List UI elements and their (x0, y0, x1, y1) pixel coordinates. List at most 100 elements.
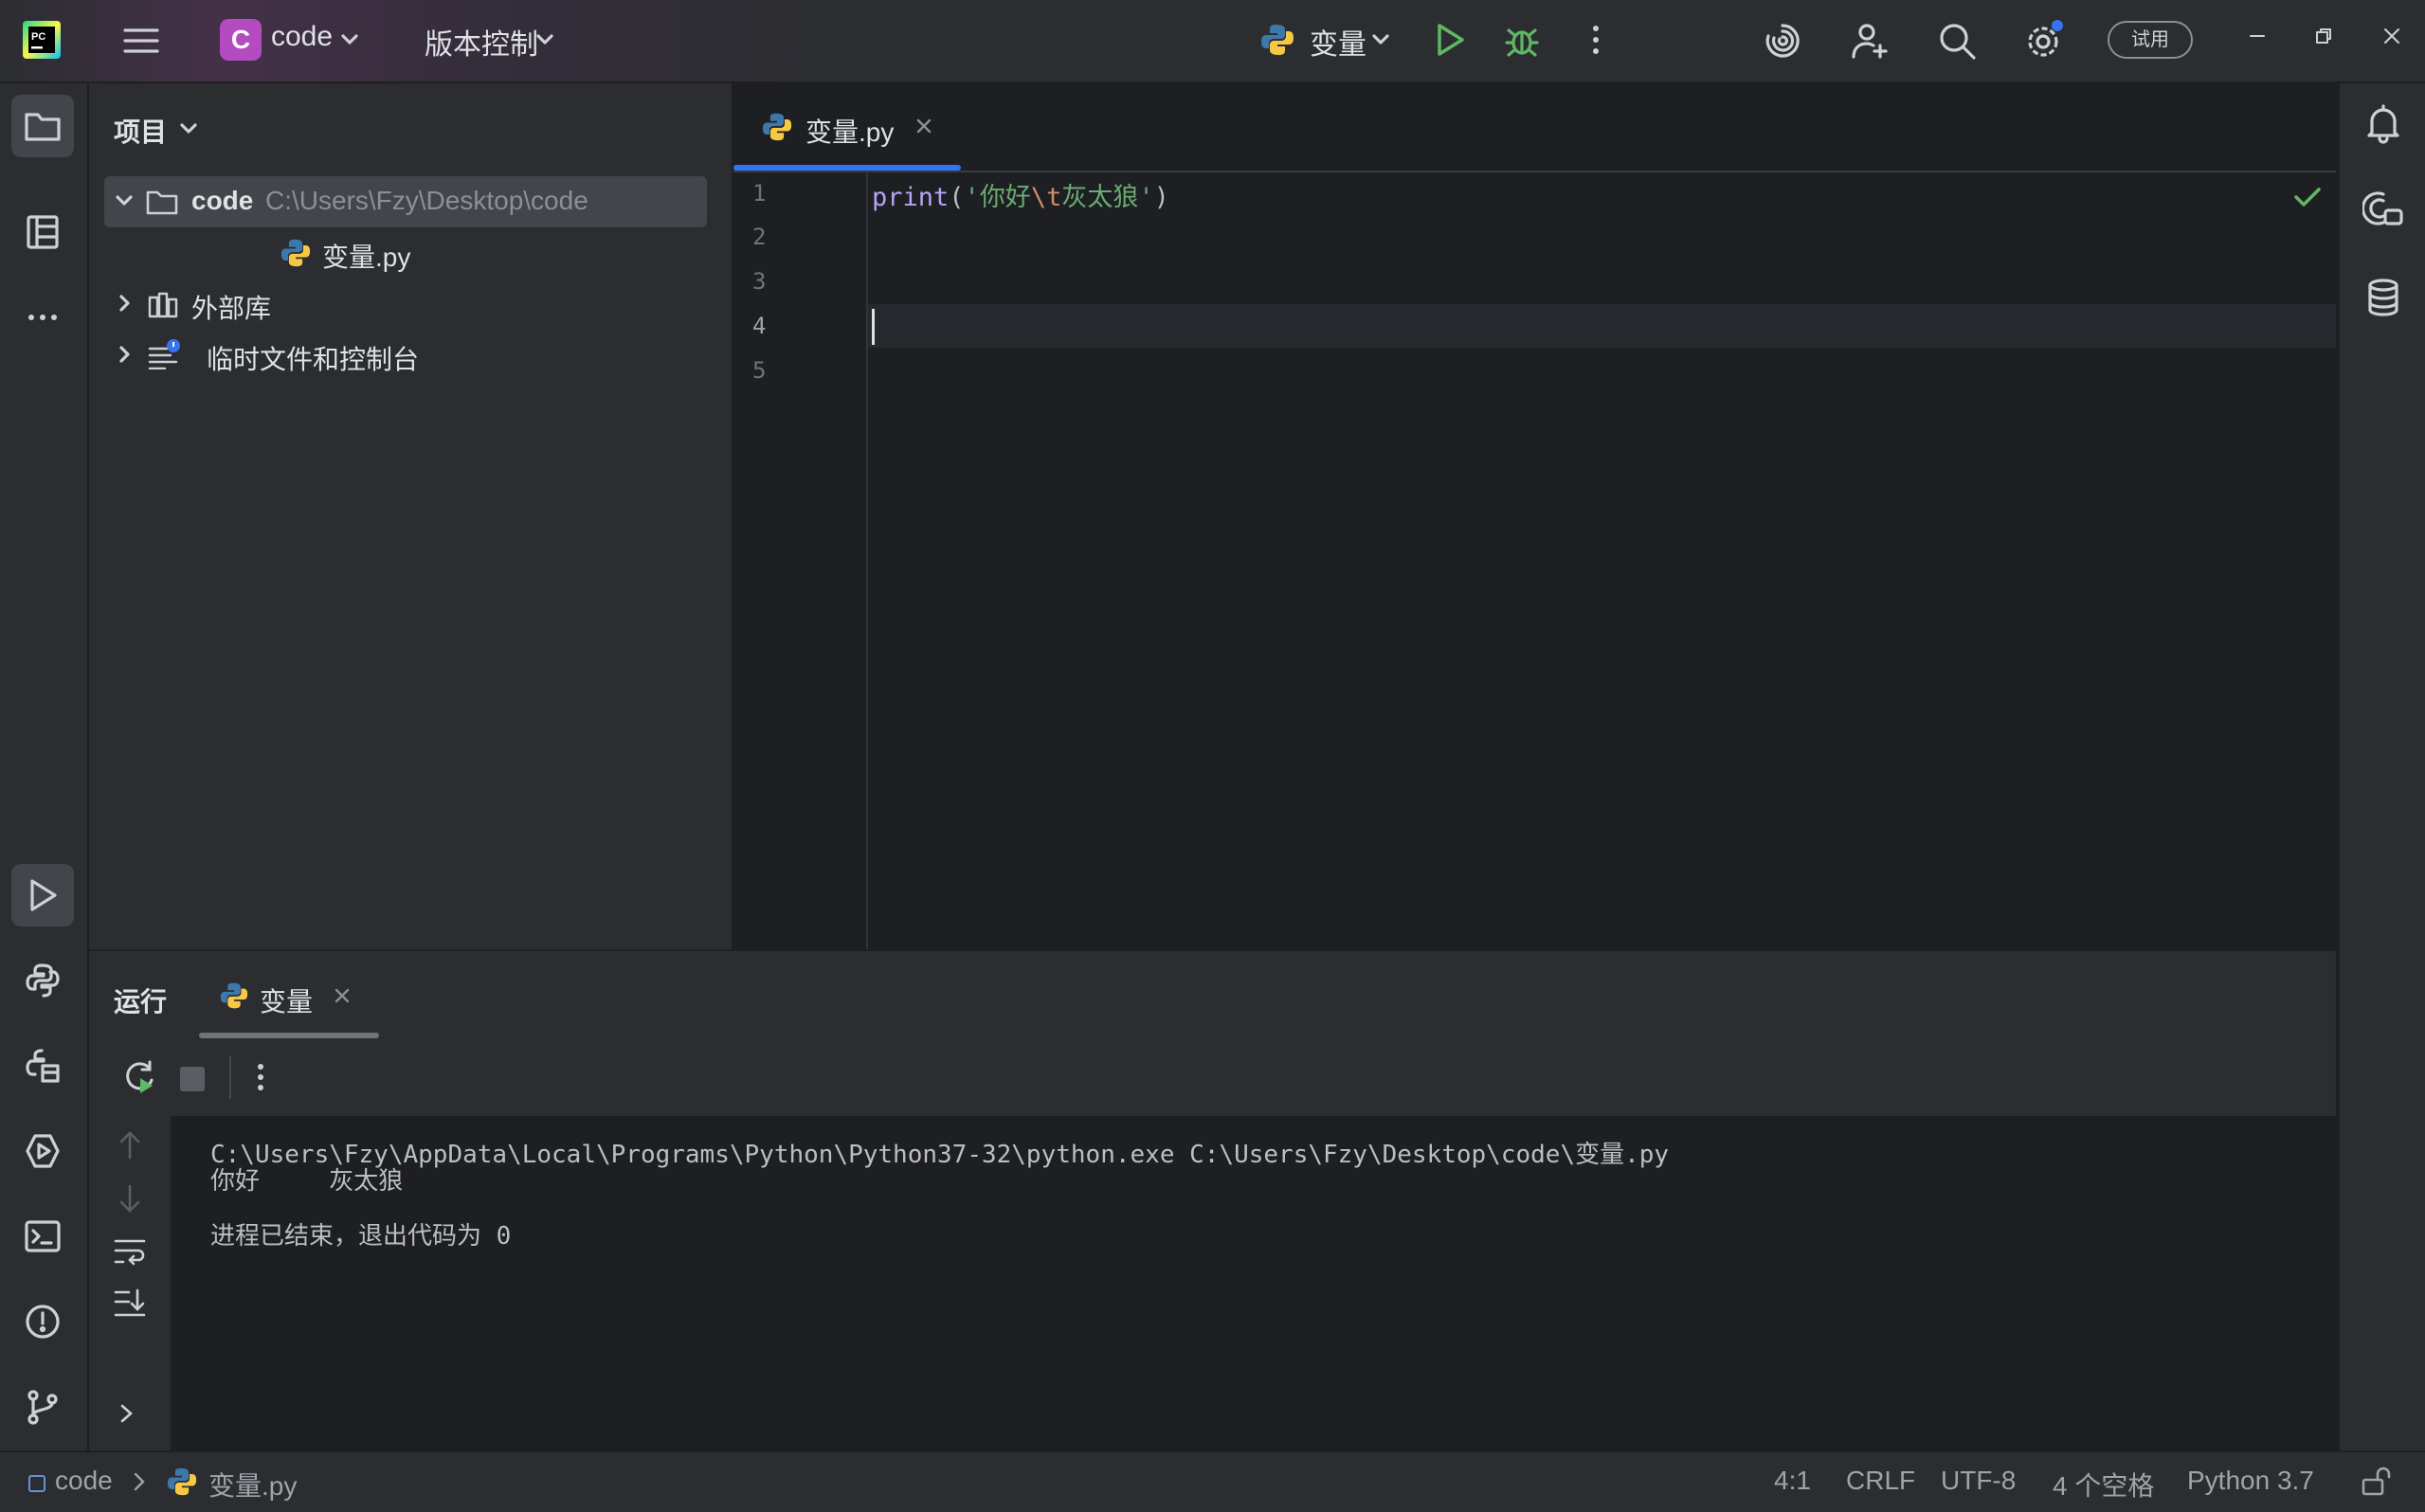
line-number-current: 4 (752, 313, 767, 339)
code-with-me-button[interactable] (1850, 21, 1890, 61)
chevron-down-icon (536, 34, 553, 45)
chevron-down-icon[interactable] (116, 195, 133, 207)
inspection-ok-icon[interactable] (2293, 186, 2322, 208)
editor-area: 变量.py 1 2 3 4 5 print('你好\t灰太狼') (733, 83, 2336, 949)
play-icon (30, 879, 57, 911)
stop-button[interactable] (180, 1067, 205, 1091)
restore-button[interactable] (2314, 27, 2333, 45)
close-icon (2384, 28, 2399, 44)
code-string: 你好 (979, 183, 1031, 212)
tree-row-scratches[interactable]: 临时文件和控制台 (104, 330, 707, 381)
toolbar-divider (229, 1055, 231, 1099)
line-separator[interactable]: CRLF (1846, 1466, 1915, 1496)
text-caret (872, 309, 875, 345)
project-selector[interactable]: C code (210, 9, 362, 70)
notifications-button[interactable] (2362, 102, 2404, 144)
svg-text:PC: PC (31, 31, 45, 43)
more-actions-button[interactable] (1581, 21, 1611, 59)
run-panel-title: 运行 (114, 987, 168, 1017)
arrow-up-icon[interactable] (114, 1129, 146, 1161)
code-function: print (872, 183, 950, 212)
status-bar: code 变量.py 4:1 CRLF UTF-8 4 个空格 Python 3… (0, 1450, 2425, 1512)
soft-wrap-icon[interactable] (112, 1235, 148, 1268)
tree-row-external-libraries[interactable]: 外部库 (104, 279, 707, 330)
more-actions-button[interactable] (246, 1059, 275, 1095)
console-line: C:\Users\Fzy\AppData\Local\Programs\Pyth… (210, 1141, 1670, 1169)
python-icon (1261, 25, 1294, 55)
minimize-icon (2250, 35, 2265, 37)
folder-icon (146, 190, 178, 215)
chevron-right-icon[interactable] (119, 295, 131, 312)
chevron-down-icon (1372, 34, 1389, 45)
run-config-selector[interactable]: 变量 (1255, 9, 1397, 70)
chevron-right-icon[interactable] (119, 346, 131, 363)
vcs-menu[interactable]: 版本控制 (417, 9, 569, 70)
terminal-button[interactable] (11, 1205, 74, 1268)
rerun-button[interactable] (121, 1059, 157, 1095)
vcs-menu-label: 版本控制 (425, 29, 538, 61)
run-tab-bar: 运行 变量 (89, 951, 2336, 1040)
run-tab[interactable]: 变量 (199, 951, 379, 1038)
more-vertical-icon (258, 1064, 263, 1090)
more-tools-button[interactable] (11, 286, 74, 349)
run-button[interactable] (1431, 21, 1469, 59)
python-file-icon (281, 239, 311, 267)
arrow-down-icon[interactable] (114, 1182, 146, 1215)
search-button[interactable] (1937, 21, 1977, 61)
project-tool-button[interactable] (11, 95, 74, 157)
restore-icon (2316, 28, 2331, 44)
caret-position[interactable]: 4:1 (1774, 1466, 1811, 1496)
close-window-button[interactable] (2382, 27, 2401, 45)
bug-icon (1505, 28, 1539, 57)
indent-setting[interactable]: 4 个空格 (2053, 1466, 2154, 1503)
python-console-button[interactable] (11, 949, 74, 1012)
run-tab-label: 变量 (260, 987, 314, 1017)
scroll-to-end-icon[interactable] (112, 1287, 148, 1319)
settings-button[interactable] (2022, 19, 2066, 63)
file-encoding[interactable]: UTF-8 (1941, 1466, 2016, 1496)
trial-badge[interactable]: 试用 (2108, 21, 2193, 59)
close-tab-icon[interactable] (334, 987, 351, 1004)
unlock-icon[interactable] (2360, 1466, 2392, 1498)
tree-row-project-root[interactable]: code C:\Users\Fzy\Desktop\code (104, 176, 707, 227)
git-button[interactable] (11, 1376, 74, 1438)
python-file-icon (762, 113, 792, 141)
chevron-down-icon[interactable] (180, 123, 197, 135)
close-tab-icon[interactable] (915, 117, 932, 135)
panel-title: 项目 (114, 117, 168, 147)
python-interpreter[interactable]: Python 3.7 (2187, 1466, 2314, 1496)
services-button[interactable] (11, 1120, 74, 1182)
code-quote: ' (1138, 183, 1154, 212)
ai-chat-icon (2362, 191, 2403, 225)
run-tool-button[interactable] (11, 864, 74, 927)
ai-assistant-button[interactable] (1763, 21, 1802, 61)
database-button[interactable] (2362, 277, 2404, 318)
editor-tab[interactable]: 变量.py (733, 83, 961, 171)
run-toolbar (89, 1038, 2336, 1118)
main-menu-icon[interactable] (121, 21, 161, 61)
warning-circle-icon (26, 1305, 60, 1339)
tree-label-external: 外部库 (191, 294, 272, 323)
more-horizontal-icon (28, 315, 57, 320)
structure-tool-button[interactable] (11, 201, 74, 263)
problems-button[interactable] (11, 1290, 74, 1353)
tree-row-file[interactable]: 变量.py (104, 227, 707, 279)
pycharm-logo-icon: PC (23, 21, 61, 59)
python-packages-button[interactable] (11, 1035, 74, 1097)
debug-button[interactable] (1503, 21, 1541, 59)
active-tab-indicator (733, 165, 961, 171)
run-config-label: 变量 (1310, 29, 1366, 61)
right-tool-strip (2338, 83, 2425, 1450)
code-line-1[interactable]: print('你好\t灰太狼') (872, 176, 1169, 213)
terminal-icon (25, 1220, 61, 1252)
project-badge: C (220, 19, 262, 61)
console-output[interactable]: C:\Users\Fzy\AppData\Local\Programs\Pyth… (172, 1116, 2336, 1450)
ai-swirl-icon (1765, 24, 1800, 58)
tree-root-path: C:\Users\Fzy\Desktop\code (265, 186, 588, 215)
minimize-button[interactable] (2248, 27, 2267, 45)
chevron-right-icon[interactable] (118, 1402, 136, 1425)
breadcrumb-file[interactable]: 变量.py (208, 1466, 297, 1503)
module-icon (28, 1475, 45, 1492)
breadcrumb-project[interactable]: code (55, 1466, 113, 1496)
ai-chat-button[interactable] (2362, 189, 2404, 231)
